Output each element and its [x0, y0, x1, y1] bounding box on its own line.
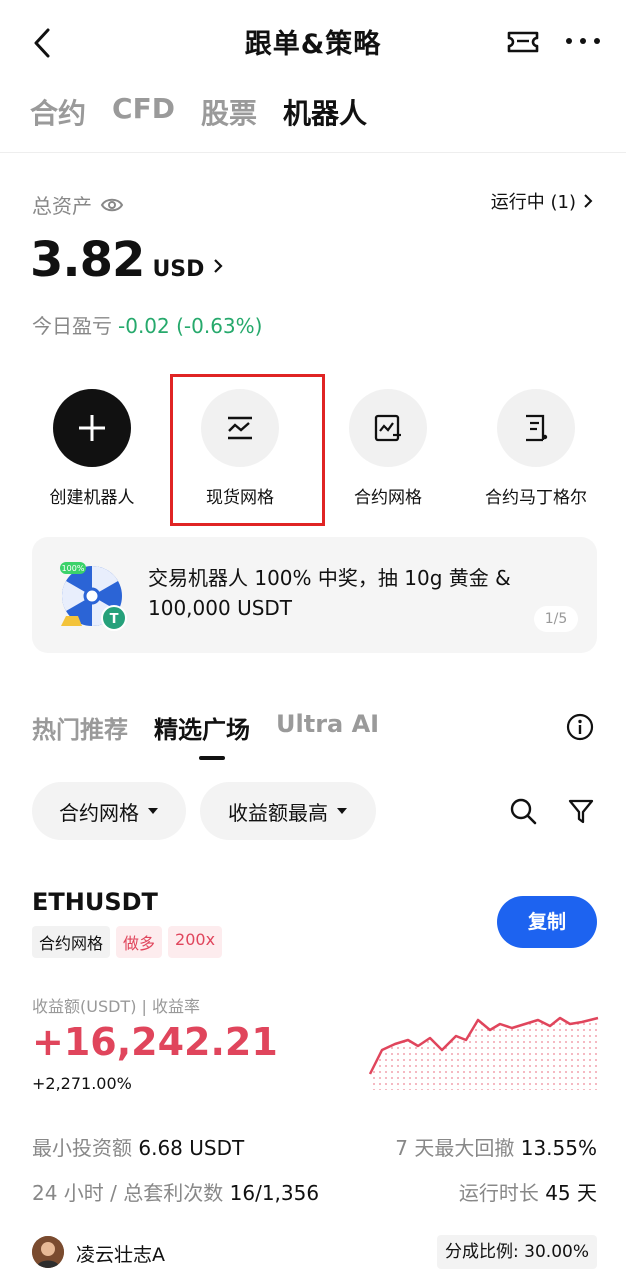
total-assets-text: 总资产: [32, 194, 92, 218]
wheel-icon: 100% T: [58, 560, 128, 631]
arb-value: 16/1,356: [229, 1181, 320, 1205]
profit-value: +16,242.21: [32, 1020, 278, 1064]
tab-featured[interactable]: 精选广场: [154, 710, 250, 745]
asset-unit: USD: [152, 257, 205, 282]
sort-filter-dropdown[interactable]: 收益额最高: [200, 782, 376, 840]
futures-grid-button[interactable]: 合约网格: [313, 389, 463, 508]
runtime-label: 运行时长: [458, 1181, 539, 1205]
arb-label: 24 小时 / 总套利次数: [32, 1181, 224, 1205]
profit-rate: +2,271.00%: [32, 1074, 132, 1093]
highlight-box: [170, 374, 325, 526]
banner-page-indicator: 1/5: [534, 606, 578, 632]
eye-icon[interactable]: [100, 196, 124, 214]
share-ratio-badge: 分成比例: 30.00%: [437, 1235, 597, 1269]
tab-ultra-ai[interactable]: Ultra AI: [276, 710, 379, 745]
min-invest-value: 6.68 USDT: [138, 1136, 245, 1160]
trader-name[interactable]: 凌云壮志A: [76, 1240, 165, 1267]
chevron-right-icon: [584, 194, 593, 208]
plus-icon: [53, 389, 131, 467]
pnl-label: 今日盈亏: [32, 314, 112, 338]
arbitrage-count: 24 小时 / 总套利次数 16/1,356: [32, 1177, 319, 1206]
create-bot-button[interactable]: 创建机器人: [17, 389, 167, 508]
svg-text:100%: 100%: [62, 564, 85, 573]
caret-down-icon: [148, 808, 158, 814]
today-pnl: 今日盈亏 -0.02 (-0.63%): [32, 310, 262, 339]
copy-button[interactable]: 复制: [497, 896, 597, 948]
tab-underline: [199, 756, 225, 760]
caret-down-icon: [337, 808, 347, 814]
strategy-pair[interactable]: ETHUSDT: [32, 888, 158, 916]
min-invest: 最小投资额 6.68 USDT: [32, 1132, 244, 1161]
svg-text:T: T: [110, 612, 119, 627]
ticket-icon[interactable]: [505, 27, 541, 57]
asset-number: 3.82: [30, 232, 145, 288]
more-icon[interactable]: [563, 28, 603, 54]
futures-martingale-button[interactable]: 合约马丁格尔: [461, 389, 611, 508]
strategy-tabs: 热门推荐 精选广场 Ultra AI: [32, 710, 379, 745]
strategy-tags: 合约网格 做多 200x: [32, 926, 223, 958]
banner-text: 交易机器人 100% 中奖，抽 10g 黄金 & 100,000 USDT: [148, 566, 511, 620]
runtime: 运行时长 45 天: [459, 1177, 597, 1206]
tag-type: 合约网格: [32, 926, 111, 958]
futures-grid-label: 合约网格: [354, 488, 422, 508]
drawdown-value: 13.55%: [520, 1136, 597, 1160]
search-icon[interactable]: [509, 797, 537, 825]
runtime-value: 45 天: [545, 1181, 597, 1205]
tab-cfd[interactable]: CFD: [112, 92, 175, 132]
pnl-value: -0.02 (-0.63%): [118, 314, 263, 338]
type-filter-dropdown[interactable]: 合约网格: [32, 782, 186, 840]
tag-leverage: 200x: [168, 926, 223, 958]
avatar[interactable]: [32, 1236, 64, 1268]
running-link[interactable]: 运行中 (1): [491, 188, 594, 214]
type-filter-label: 合约网格: [59, 800, 139, 825]
chevron-right-icon: [214, 259, 223, 273]
profit-label: 收益额(USDT) | 收益率: [32, 997, 201, 1016]
min-invest-label: 最小投资额: [32, 1136, 132, 1160]
futures-grid-icon: [349, 389, 427, 467]
futures-martingale-label: 合约马丁格尔: [485, 488, 587, 508]
total-assets-value[interactable]: 3.82 USD: [30, 232, 224, 288]
tab-futures[interactable]: 合约: [30, 92, 86, 132]
running-text: 运行中 (1): [490, 192, 576, 213]
divider: [0, 152, 626, 153]
tab-bots[interactable]: 机器人: [283, 92, 367, 132]
info-icon[interactable]: [566, 713, 594, 741]
tab-stocks[interactable]: 股票: [201, 92, 257, 132]
max-drawdown: 7 天最大回撤 13.55%: [395, 1132, 597, 1161]
filter-icon[interactable]: [567, 797, 595, 825]
tag-direction: 做多: [116, 926, 163, 958]
create-bot-label: 创建机器人: [49, 488, 135, 508]
profit-sparkline: [360, 1010, 600, 1090]
tab-hot[interactable]: 热门推荐: [32, 710, 128, 745]
total-assets-label: 总资产: [32, 190, 124, 219]
top-tabs: 合约 CFD 股票 机器人: [30, 92, 367, 132]
sort-filter-label: 收益额最高: [228, 800, 328, 825]
martingale-icon: [497, 389, 575, 467]
drawdown-label: 7 天最大回撤: [395, 1136, 515, 1160]
